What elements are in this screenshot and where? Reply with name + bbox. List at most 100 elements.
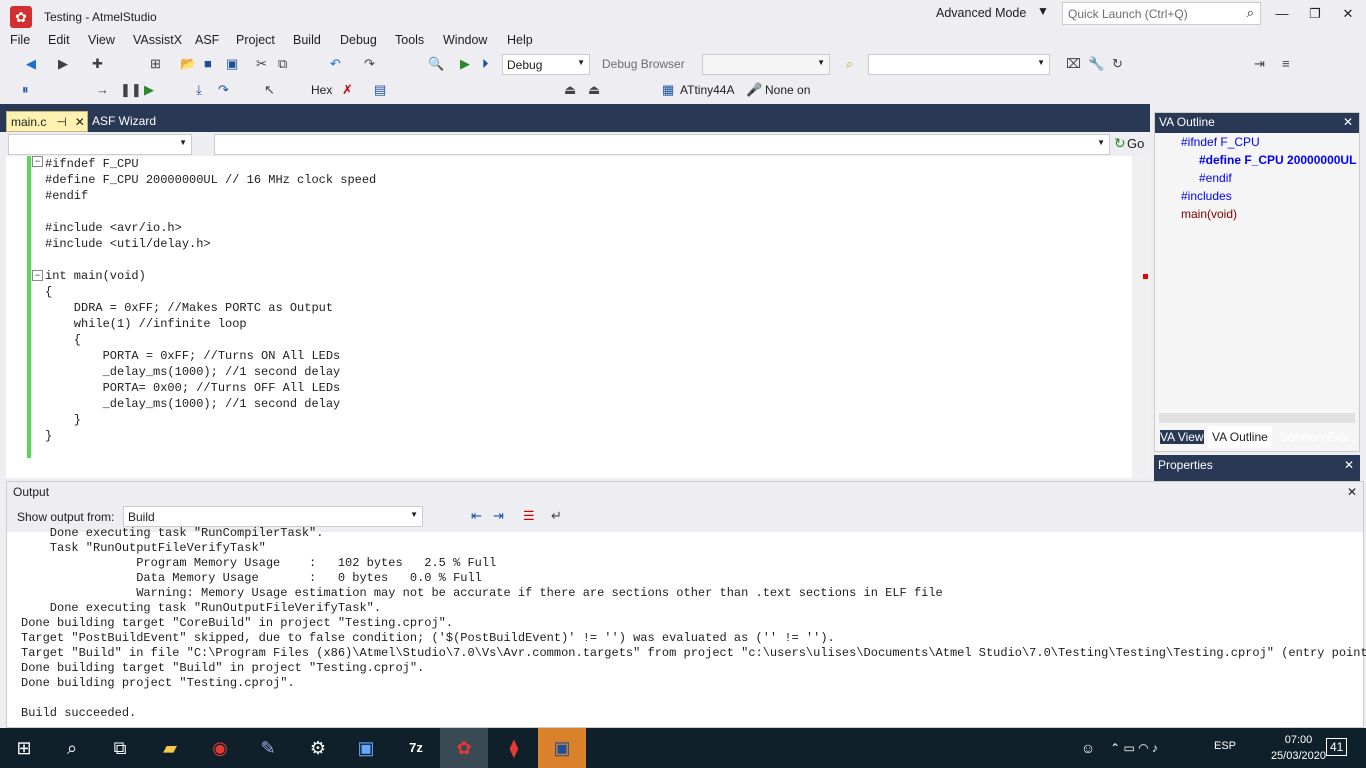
redo-icon[interactable]: ↷ — [364, 52, 375, 76]
programmer-icon[interactable]: ⏏ — [564, 78, 576, 102]
menu-file[interactable]: File — [10, 33, 30, 47]
find-in-files-icon[interactable]: ⌕ — [846, 52, 853, 76]
copy-icon[interactable]: ⧉ — [278, 52, 287, 76]
editor-scrollbar[interactable] — [1132, 156, 1150, 478]
break-all-icon[interactable]: ⏸ — [22, 78, 29, 102]
filter-icon[interactable]: ▼ — [1037, 4, 1049, 18]
step-over-icon[interactable]: → — [96, 78, 109, 102]
save-icon[interactable]: ■ — [204, 52, 212, 76]
open-icon[interactable]: 📂 — [180, 52, 196, 76]
notification-badge[interactable]: 41 — [1326, 738, 1348, 756]
undo-icon[interactable]: ↶ — [330, 52, 341, 76]
language-indicator[interactable]: ESP — [1214, 740, 1236, 752]
continue-icon[interactable]: ▶ — [144, 78, 154, 102]
tool-icon[interactable]: 🎤 — [746, 78, 762, 102]
pointer-icon[interactable]: ↖ — [264, 78, 275, 102]
code-editor[interactable]: − − #ifndef F_CPU #define F_CPU 20000000… — [6, 156, 1150, 478]
tool-name[interactable]: None on — [765, 83, 810, 97]
file-explorer-icon[interactable]: ▰ — [146, 728, 194, 768]
prev-message-icon[interactable]: ⇤ — [471, 504, 482, 528]
chrome-icon[interactable]: ◉ — [196, 728, 244, 768]
programmer-icon-2[interactable]: ⏏ — [588, 78, 600, 102]
start-debugging-icon[interactable]: ▶ — [460, 52, 470, 76]
people-icon[interactable]: ☺ — [1064, 728, 1112, 768]
outline-item[interactable]: #ifndef F_CPU — [1181, 135, 1260, 149]
7zip-icon[interactable]: 7z — [392, 728, 440, 768]
symbol-select[interactable]: ▼ — [214, 134, 1110, 155]
search-combo[interactable]: ▼ — [868, 54, 1050, 75]
pin-icon[interactable]: ⊣ — [56, 115, 66, 129]
word-wrap-icon[interactable]: ↵ — [551, 504, 562, 528]
close-icon[interactable]: ✕ — [1344, 458, 1354, 472]
settings-icon[interactable]: ⚙ — [294, 728, 342, 768]
close-icon[interactable]: ✕ — [1343, 115, 1353, 129]
cut-icon[interactable]: ✂ — [256, 52, 267, 76]
output-source-select[interactable]: Build ▼ — [123, 506, 423, 527]
quick-launch-input[interactable]: Quick Launch (Ctrl+Q) ⌕ — [1062, 2, 1261, 25]
scope-select[interactable]: ▼ — [8, 134, 192, 155]
tab-solution-explorer[interactable]: Solution Exp... — [1280, 430, 1357, 444]
device-name[interactable]: ATtiny44A — [680, 83, 734, 97]
device-programming-icon[interactable]: ⌧ — [1066, 52, 1081, 76]
outline-item[interactable]: main(void) — [1181, 207, 1237, 221]
step-over-icon-2[interactable]: ↷ — [218, 78, 229, 102]
clear-all-icon[interactable]: ☰ — [523, 504, 535, 528]
outline-item[interactable]: #endif — [1199, 171, 1232, 185]
tools-icon[interactable]: 🔧 — [1088, 52, 1104, 76]
windows-icon[interactable]: ▤ — [374, 78, 386, 102]
new-project-icon[interactable]: ✚ — [92, 52, 103, 76]
search-icon[interactable]: ⌕ — [48, 728, 96, 768]
configuration-select[interactable]: Debug ▼ — [502, 54, 590, 75]
platform-select[interactable]: ▼ — [702, 54, 830, 75]
tray-icons[interactable]: ⌃ ▭ ◠ ♪ — [1110, 728, 1158, 768]
menu-debug[interactable]: Debug — [340, 33, 377, 47]
outline-hscroll[interactable] — [1159, 413, 1355, 423]
close-icon[interactable]: ✕ — [75, 115, 85, 129]
tab-asf-wizard[interactable]: ASF Wizard — [92, 111, 156, 131]
task-view-icon[interactable]: ⧉ — [96, 728, 144, 768]
menu-edit[interactable]: Edit — [48, 33, 70, 47]
pause-icon[interactable]: ❚❚ — [120, 78, 142, 102]
debug-browser-select[interactable]: Debug Browser — [602, 57, 685, 71]
menu-tools[interactable]: Tools — [395, 33, 424, 47]
next-message-icon[interactable]: ⇥ — [493, 504, 504, 528]
menu-window[interactable]: Window — [443, 33, 487, 47]
tab-va-outline[interactable]: VA Outline — [1208, 426, 1272, 448]
tab-va-view[interactable]: VA View — [1160, 430, 1204, 444]
close-button[interactable]: ✕ — [1332, 2, 1364, 26]
menu-vassistx[interactable]: VAssistX — [133, 33, 182, 47]
go-button[interactable]: Go — [1127, 136, 1144, 151]
add-item-icon[interactable]: ⊞ — [150, 52, 161, 76]
outline-item[interactable]: #define F_CPU 20000000UL — [1199, 153, 1359, 167]
back-icon[interactable]: ◀ — [26, 52, 36, 76]
refresh-icon[interactable]: ↻ — [1112, 52, 1123, 76]
output-log[interactable]: Done executing task "RunCompilerTask". T… — [21, 526, 1366, 721]
menu-asf[interactable]: ASF — [195, 33, 219, 47]
clear-icon[interactable]: ✗ — [342, 78, 353, 102]
close-icon[interactable]: ✕ — [1347, 485, 1357, 499]
tab-main-c[interactable]: main.c ⊣ ✕ — [6, 111, 88, 132]
outline-item[interactable]: #includes — [1181, 189, 1232, 203]
restore-button[interactable]: ❐ — [1299, 2, 1331, 26]
collapse-toggle[interactable]: − — [32, 156, 43, 167]
minimize-button[interactable]: — — [1266, 2, 1298, 26]
save-all-icon[interactable]: ▣ — [226, 52, 238, 76]
step-into-icon[interactable]: ⤓ — [196, 78, 202, 102]
chip-icon[interactable]: ▦ — [662, 78, 674, 102]
find-icon[interactable]: 🔍 — [428, 52, 444, 76]
indent-icon[interactable]: ⇥ — [1254, 52, 1265, 76]
atmel-studio-icon[interactable]: ✿ — [440, 728, 488, 768]
hex-toggle[interactable]: Hex — [311, 83, 332, 97]
start-icon[interactable]: ⊞ — [0, 728, 48, 768]
menu-project[interactable]: Project — [236, 33, 275, 47]
notepad-icon[interactable]: ✎ — [244, 728, 292, 768]
comment-icon[interactable]: ≡ — [1282, 52, 1290, 76]
menu-build[interactable]: Build — [293, 33, 321, 47]
menu-view[interactable]: View — [88, 33, 115, 47]
menu-help[interactable]: Help — [507, 33, 533, 47]
start-without-debugging-icon[interactable]: ⏵ — [482, 52, 489, 76]
forward-icon[interactable]: ▶ — [58, 52, 68, 76]
acrobat-icon[interactable]: ⧫ — [490, 728, 538, 768]
vs-app-icon[interactable]: ▣ — [538, 728, 586, 768]
collapse-toggle[interactable]: − — [32, 270, 43, 281]
